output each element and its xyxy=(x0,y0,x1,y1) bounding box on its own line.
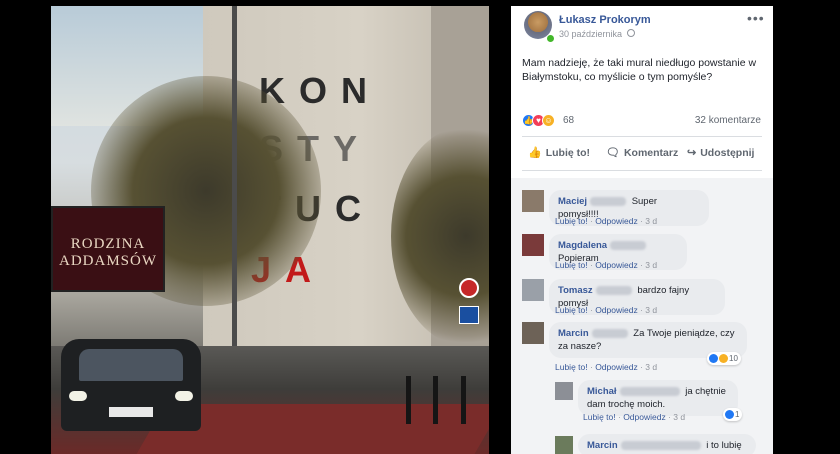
comment-time[interactable]: 3 d xyxy=(645,305,657,315)
globe-icon xyxy=(627,29,635,37)
no-entry-sign xyxy=(459,278,479,298)
comments-list: Maciej Super pomysł!!!! Lubię to! · Odpo… xyxy=(511,178,773,454)
comment-meta: Lubię to! · Odpowiedz · 3 d xyxy=(555,362,658,372)
comment-reply-link[interactable]: Odpowiedz xyxy=(595,260,638,270)
license-plate xyxy=(109,407,153,417)
like-reaction-icon xyxy=(709,354,718,364)
commenter-avatar[interactable] xyxy=(522,322,544,344)
blurred-surname xyxy=(620,440,701,450)
action-bar: 👍 Lubię to! 🗨 Komentarz ↪ Udostępnij xyxy=(511,140,773,168)
share-button-label: Udostępnij xyxy=(700,147,755,159)
commenter-avatar[interactable] xyxy=(555,382,573,400)
comment-reactions[interactable]: 10 xyxy=(707,352,741,365)
comment-text: i to lubię xyxy=(706,440,742,451)
comment-button-label: Komentarz xyxy=(623,147,679,159)
comment-button[interactable]: 🗨 Komentarz xyxy=(606,146,678,159)
blurred-surname xyxy=(610,240,647,250)
post-header: Łukasz Prokorym 30 października ••• xyxy=(511,6,773,46)
commenter-name[interactable]: Magdalena xyxy=(558,240,607,251)
commenter-avatar[interactable] xyxy=(555,436,573,454)
speech-bubble-icon: 🗨 xyxy=(606,147,620,159)
like-button-label: Lubię to! xyxy=(545,147,591,159)
bollard xyxy=(433,376,438,424)
comment-time[interactable]: 3 d xyxy=(673,412,685,422)
blurred-surname xyxy=(595,285,632,295)
reaction-count: 68 xyxy=(563,115,575,126)
comment-like-link[interactable]: Lubię to! xyxy=(555,362,588,372)
comment-reply-link[interactable]: Odpowiedz xyxy=(623,412,666,422)
haha-reaction-icon xyxy=(719,354,728,364)
comment-bubble: Marcin i to lubię xyxy=(578,434,756,454)
comments-count[interactable]: 32 komentarze xyxy=(695,115,761,126)
comment-reactions[interactable]: 1 xyxy=(723,408,743,421)
car xyxy=(61,339,201,431)
comment-reaction-count: 10 xyxy=(729,354,738,363)
share-arrow-icon: ↪ xyxy=(687,147,697,159)
comment-meta: Lubię to! · Odpowiedz · 3 d xyxy=(583,412,686,422)
like-button[interactable]: 👍 Lubię to! xyxy=(528,146,590,159)
author-name[interactable]: Łukasz Prokorym xyxy=(559,14,651,26)
divider xyxy=(522,136,762,137)
bollard xyxy=(406,376,411,424)
comment-reaction-count: 1 xyxy=(735,410,740,419)
comment-like-link[interactable]: Lubię to! xyxy=(555,260,588,270)
comment-like-link[interactable]: Lubię to! xyxy=(555,305,588,315)
car-headlight xyxy=(69,391,87,401)
comment-like-link[interactable]: Lubię to! xyxy=(555,216,588,226)
like-reaction-icon xyxy=(725,410,734,420)
more-options-icon[interactable]: ••• xyxy=(747,10,765,26)
share-button[interactable]: ↪ Udostępnij xyxy=(687,146,754,159)
comment-like-link[interactable]: Lubię to! xyxy=(583,412,616,422)
comment-time[interactable]: 3 d xyxy=(645,362,657,372)
car-headlight xyxy=(175,391,193,401)
comment-reply-link[interactable]: Odpowiedz xyxy=(595,305,638,315)
comment-bubble: Michał ja chętnie dam trochę moich. xyxy=(578,380,738,416)
blurred-surname xyxy=(590,196,627,206)
car-windshield xyxy=(79,349,183,381)
commenter-avatar[interactable] xyxy=(522,279,544,301)
bollard xyxy=(461,376,466,424)
online-status-icon xyxy=(546,34,555,43)
commenter-avatar[interactable] xyxy=(522,190,544,212)
billboard: RODZINA ADDAMSÓW xyxy=(51,206,165,292)
commenter-avatar[interactable] xyxy=(522,234,544,256)
street-pole xyxy=(232,6,237,366)
blurred-surname xyxy=(619,386,680,396)
commenter-name[interactable]: Tomasz xyxy=(558,285,593,296)
comment-meta: Lubię to! · Odpowiedz · 3 d xyxy=(555,260,658,270)
post-date[interactable]: 30 października xyxy=(559,29,622,39)
post-panel: Łukasz Prokorym 30 października ••• Mam … xyxy=(511,6,773,454)
post-photo[interactable]: KON STY TUC JA RODZINA ADDAMSÓW xyxy=(51,6,489,454)
commenter-name[interactable]: Marcin xyxy=(587,440,618,451)
thumbs-up-icon: 👍 xyxy=(528,147,542,159)
divider xyxy=(522,170,762,171)
comment-meta: Lubię to! · Odpowiedz · 3 d xyxy=(555,305,658,315)
comment-reply-link[interactable]: Odpowiedz xyxy=(595,216,638,226)
comment-time[interactable]: 3 d xyxy=(645,216,657,226)
commenter-name[interactable]: Marcin xyxy=(558,328,589,339)
blurred-surname xyxy=(591,328,628,338)
comment-time[interactable]: 3 d xyxy=(645,260,657,270)
haha-reaction-icon: ☺ xyxy=(542,114,555,127)
crosswalk-sign xyxy=(459,306,479,324)
commenter-name[interactable]: Michał xyxy=(587,386,617,397)
billboard-title: RODZINA ADDAMSÓW xyxy=(59,236,157,269)
commenter-name[interactable]: Maciej xyxy=(558,196,587,207)
comment-meta: Lubię to! · Odpowiedz · 3 d xyxy=(555,216,658,226)
comment-reply-link[interactable]: Odpowiedz xyxy=(595,362,638,372)
post-text: Mam nadzieję, że taki mural niedługo pow… xyxy=(522,57,757,83)
